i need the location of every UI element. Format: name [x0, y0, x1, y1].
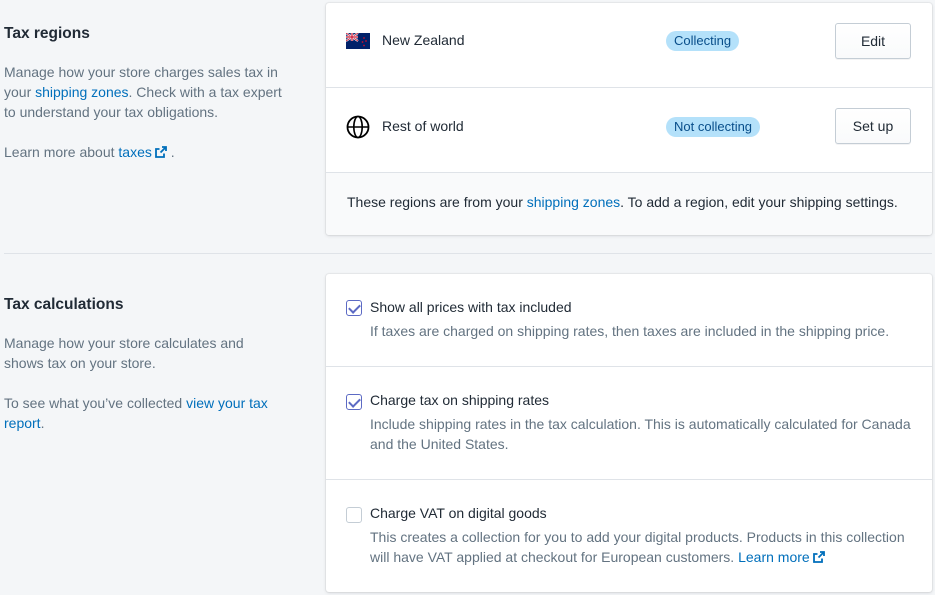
vat-digital-checkbox[interactable]	[346, 507, 362, 523]
region-name: Rest of world	[382, 118, 464, 134]
tax-calculations-title: Tax calculations	[4, 296, 124, 313]
set-up-region-button[interactable]: Set up	[835, 108, 911, 144]
learn-more-taxes: Learn more about taxes .	[4, 144, 175, 160]
section-divider	[4, 253, 932, 254]
tax-included-checkbox[interactable]	[346, 300, 362, 316]
tax-regions-card: New Zealand Collecting Edit Rest of worl…	[326, 3, 932, 235]
option-vat-digital: Charge VAT on digital goods This creates…	[326, 480, 932, 591]
learn-more-vat-link[interactable]: Learn more	[738, 549, 825, 565]
option-label: Charge VAT on digital goods	[370, 505, 547, 521]
region-row-new-zealand: New Zealand Collecting Edit	[326, 3, 932, 88]
shipping-tax-checkbox[interactable]	[346, 394, 362, 410]
tax-regions-info: Tax regions Manage how your store charge…	[4, 25, 294, 162]
option-help: Include shipping rates in the tax calcul…	[370, 416, 911, 452]
shipping-zones-link[interactable]: shipping zones	[35, 84, 128, 100]
option-label: Show all prices with tax included	[370, 299, 572, 315]
regions-footer-text: These regions are from your shipping zon…	[347, 194, 898, 210]
regions-footer: These regions are from your shipping zon…	[326, 173, 932, 235]
external-link-icon	[812, 551, 825, 563]
taxes-link[interactable]: taxes	[118, 144, 167, 160]
option-shipping-tax: Charge tax on shipping rates Include shi…	[326, 367, 932, 480]
region-name: New Zealand	[382, 32, 465, 48]
shipping-zones-footer-link[interactable]: shipping zones	[527, 194, 620, 210]
option-tax-included: Show all prices with tax included If tax…	[326, 274, 932, 367]
tax-calculations-card: Show all prices with tax included If tax…	[326, 274, 932, 592]
edit-region-button[interactable]: Edit	[835, 23, 911, 59]
external-link-icon	[154, 146, 167, 158]
tax-report-text: To see what you’ve collected view your t…	[4, 395, 268, 431]
status-badge-not-collecting: Not collecting	[666, 117, 761, 137]
tax-calculations-info: Tax calculations Manage how your store c…	[4, 296, 294, 433]
tax-regions-title: Tax regions	[4, 25, 90, 42]
tax-regions-description: Manage how your store charges sales tax …	[4, 64, 282, 120]
globe-icon	[346, 115, 370, 139]
region-row-rest-of-world: Rest of world Not collecting Set up	[326, 88, 932, 173]
tax-calculations-description: Manage how your store calculates and sho…	[4, 335, 244, 371]
new-zealand-flag-icon	[346, 33, 370, 49]
option-help: If taxes are charged on shipping rates, …	[370, 323, 890, 339]
option-help: This creates a collection for you to add…	[370, 529, 905, 565]
option-label: Charge tax on shipping rates	[370, 392, 549, 408]
status-badge-collecting: Collecting	[666, 31, 740, 51]
